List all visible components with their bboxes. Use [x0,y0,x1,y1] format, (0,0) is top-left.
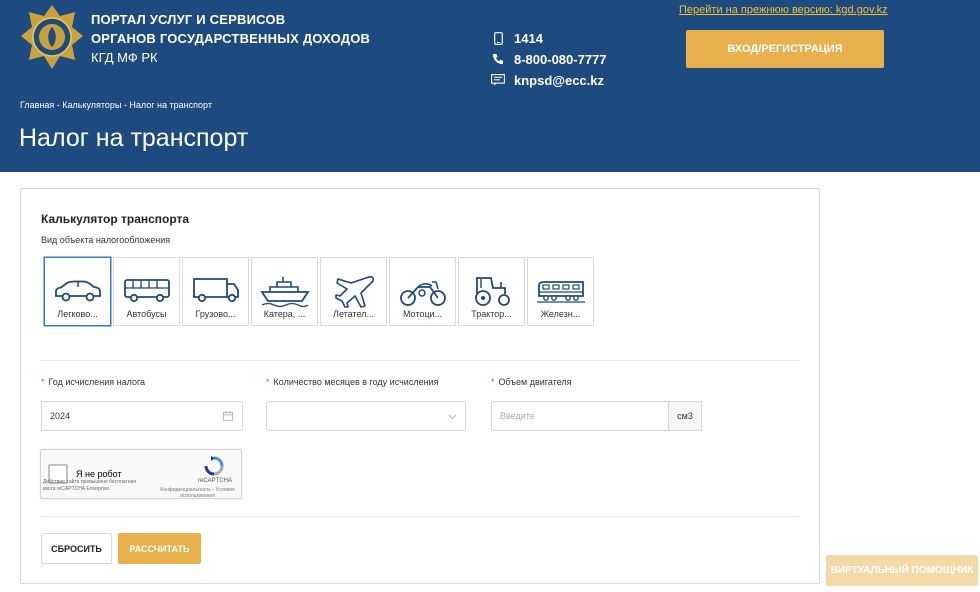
year-label-text: Год исчисления налога [48,377,146,387]
vehicle-type-label: Катера, ... [263,309,306,319]
phone-long-text: 8-800-080-7777 [514,51,607,67]
recaptcha-brand: reCAPTCHA [197,478,232,484]
vehicle-type-label: Автобусы [126,309,167,319]
org-line-3: КГД МФ РК [91,50,158,65]
vehicle-type-selector: Легково... Автобусы Грузово... Катера, .… [44,257,596,326]
logo[interactable] [20,4,84,70]
recaptcha-icon [204,456,224,476]
breadcrumb[interactable]: Главная - Калькуляторы - Налог на трансп… [20,100,212,110]
divider [41,360,799,361]
old-version-link[interactable]: Перейти на прежнюю версию: kgd.gov.kz [679,4,888,16]
recaptcha-widget: Я не робот Действие сайта превышено бесп… [40,449,242,499]
vehicle-type-railway[interactable]: Железн... [527,257,594,326]
tax-object-type-label: Вид объекта налогообложения [41,235,171,245]
vehicle-type-label: Мотоци... [402,309,443,319]
vehicle-type-truck[interactable]: Грузово... [182,257,249,326]
phone-icon [490,52,506,66]
contact-email[interactable]: knpsd@ecc.kz [490,70,607,90]
org-line-1: ПОРТАЛ УСЛУГ И СЕРВИСОВ [91,12,286,27]
recaptcha-label: Я не робот [76,469,122,479]
car-icon [55,280,101,302]
calculator-title: Калькулятор транспорта [41,212,190,226]
vehicle-type-label: Легково... [57,309,98,319]
org-line-2: ОРГАНОВ ГОСУДАРСТВЕННЫХ ДОХОДОВ [91,31,371,46]
vehicle-type-car[interactable]: Легково... [44,257,111,326]
bus-icon [124,279,170,303]
tractor-icon [475,277,510,306]
calculator-card: Калькулятор транспорта Вид объекта налог… [20,188,820,584]
engine-placeholder: Введите [500,411,535,421]
phone-short-text: 1414 [514,30,543,46]
message-icon [490,73,506,87]
recaptcha-note: Действие сайта превышено бесплатная квот… [43,479,137,492]
required-marker: * [491,377,495,387]
email-text: knpsd@ecc.kz [514,72,604,88]
motorcycle-icon [400,281,446,306]
login-register-button[interactable]: ВХОД/РЕГИСТРАЦИЯ [686,30,884,68]
chevron-down-icon [448,412,457,422]
vehicle-type-motorcycle[interactable]: Мотоци... [389,257,456,326]
engine-field-label: * Объем двигателя [491,377,572,387]
calendar-icon[interactable] [223,411,233,423]
header: ПОРТАЛ УСЛУГ И СЕРВИСОВ ОРГАНОВ ГОСУДАРС… [0,0,980,172]
months-field-label: * Количество месяцев в году исчисления [266,377,438,387]
calculate-button[interactable]: РАССЧИТАТЬ [118,533,201,564]
organization-name: ПОРТАЛ УСЛУГ И СЕРВИСОВ ОРГАНОВ ГОСУДАРС… [91,10,370,67]
contacts: 1414 8-800-080-7777 knpsd@ecc.kz [490,28,607,91]
engine-label-text: Объем двигателя [498,377,572,387]
vehicle-type-label: Железн... [540,309,581,319]
mobile-phone-icon [490,31,506,45]
vehicle-type-aircraft[interactable]: Летател... [320,257,387,326]
truck-icon [193,278,239,303]
train-icon [537,281,585,303]
reset-button[interactable]: СБРОСИТЬ [41,533,112,564]
required-marker: * [266,377,270,387]
year-input[interactable]: 2024 [41,401,243,431]
airplane-icon [335,275,375,308]
divider [41,516,799,517]
recaptcha-privacy-links[interactable]: Конфиденциальность - Условия использован… [154,487,241,499]
vehicle-type-label: Трактор... [471,309,512,319]
vehicle-type-boat[interactable]: Катера, ... [251,257,318,326]
engine-unit-addon: см3 [668,401,702,431]
months-select[interactable] [266,401,466,431]
year-value: 2024 [50,411,71,421]
year-field-label: * Год исчисления налога [41,377,145,387]
required-marker: * [41,377,45,387]
virtual-assistant-button[interactable]: ВИРТУАЛЬНЫЙ ПОМОЩНИК [826,555,978,586]
ship-icon [260,277,310,308]
vehicle-type-bus[interactable]: Автобусы [113,257,180,326]
vehicle-type-label: Грузово... [195,309,236,319]
vehicle-type-tractor[interactable]: Трактор... [458,257,525,326]
page-title: Налог на транспорт [19,124,249,152]
contact-phone-long[interactable]: 8-800-080-7777 [490,49,607,69]
months-label-text: Количество месяцев в году исчисления [273,377,439,387]
vehicle-type-label: Летател... [333,309,374,319]
contact-phone-short[interactable]: 1414 [490,28,607,48]
engine-volume-input[interactable]: Введите [491,401,669,431]
